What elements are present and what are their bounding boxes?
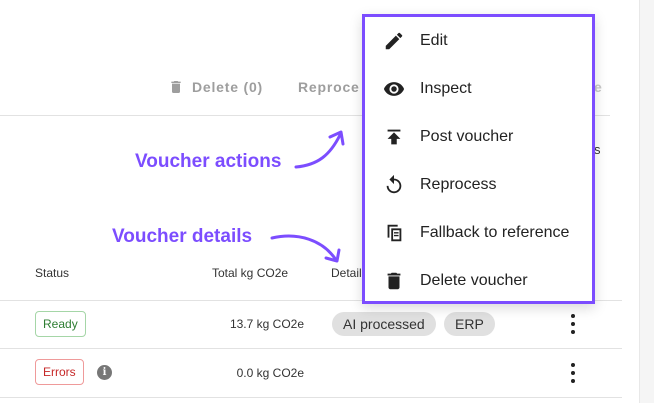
eye-icon [383, 78, 405, 100]
divider [0, 348, 622, 349]
menu-item-label: Reprocess [420, 176, 497, 193]
voucher-details-annotation: Voucher details [112, 226, 253, 247]
menu-item-delete-voucher[interactable]: Delete voucher [365, 257, 592, 305]
menu-item-edit[interactable]: Edit [365, 17, 592, 65]
arrow-icon [294, 130, 345, 169]
upload-icon [383, 126, 405, 148]
delete-button[interactable]: Delete (0) [168, 77, 263, 97]
more-vert-icon[interactable] [570, 363, 576, 383]
menu-item-fallback-to-reference[interactable]: Fallback to reference [365, 209, 592, 257]
column-header-status[interactable]: Status [35, 266, 69, 280]
arrow-icon [270, 234, 341, 263]
column-header-total[interactable]: Total kg CO2e [212, 266, 288, 280]
divider [0, 397, 622, 398]
reprocess-button[interactable]: Reprocess [290, 77, 360, 97]
toolbar-trailing-label[interactable]: e [594, 79, 602, 95]
delete-button-label: Delete (0) [192, 79, 264, 95]
reprocess-button-label: Reprocess [298, 79, 360, 95]
refresh-icon [383, 174, 405, 196]
menu-item-label: Edit [420, 32, 448, 49]
menu-item-reprocess[interactable]: Reprocess [365, 161, 592, 209]
fallback-reference-icon [383, 222, 405, 244]
right-gutter [639, 0, 654, 403]
voucher-actions-annotation: Voucher actions [135, 151, 282, 172]
menu-item-label: Delete voucher [420, 272, 528, 289]
voucher-actions-menu: Edit Inspect Post voucher Reprocess Fall… [362, 14, 595, 304]
menu-item-label: Fallback to reference [420, 224, 570, 241]
menu-item-post-voucher[interactable]: Post voucher [365, 113, 592, 161]
status-badge: Ready [35, 311, 86, 337]
trash-icon [383, 270, 405, 292]
trash-icon [171, 81, 181, 93]
info-icon[interactable]: i [97, 365, 112, 380]
status-badge: Errors [35, 359, 84, 385]
more-vert-icon[interactable] [570, 314, 576, 334]
menu-item-inspect[interactable]: Inspect [365, 65, 592, 113]
detail-chip: ERP [444, 312, 495, 336]
pencil-icon [383, 30, 405, 52]
total-co2e-cell: 13.7 kg CO2e [229, 317, 304, 331]
menu-item-label: Post voucher [420, 128, 514, 145]
menu-item-label: Inspect [420, 80, 472, 97]
total-co2e-cell: 0.0 kg CO2e [236, 366, 304, 380]
detail-chip: AI processed [332, 312, 436, 336]
